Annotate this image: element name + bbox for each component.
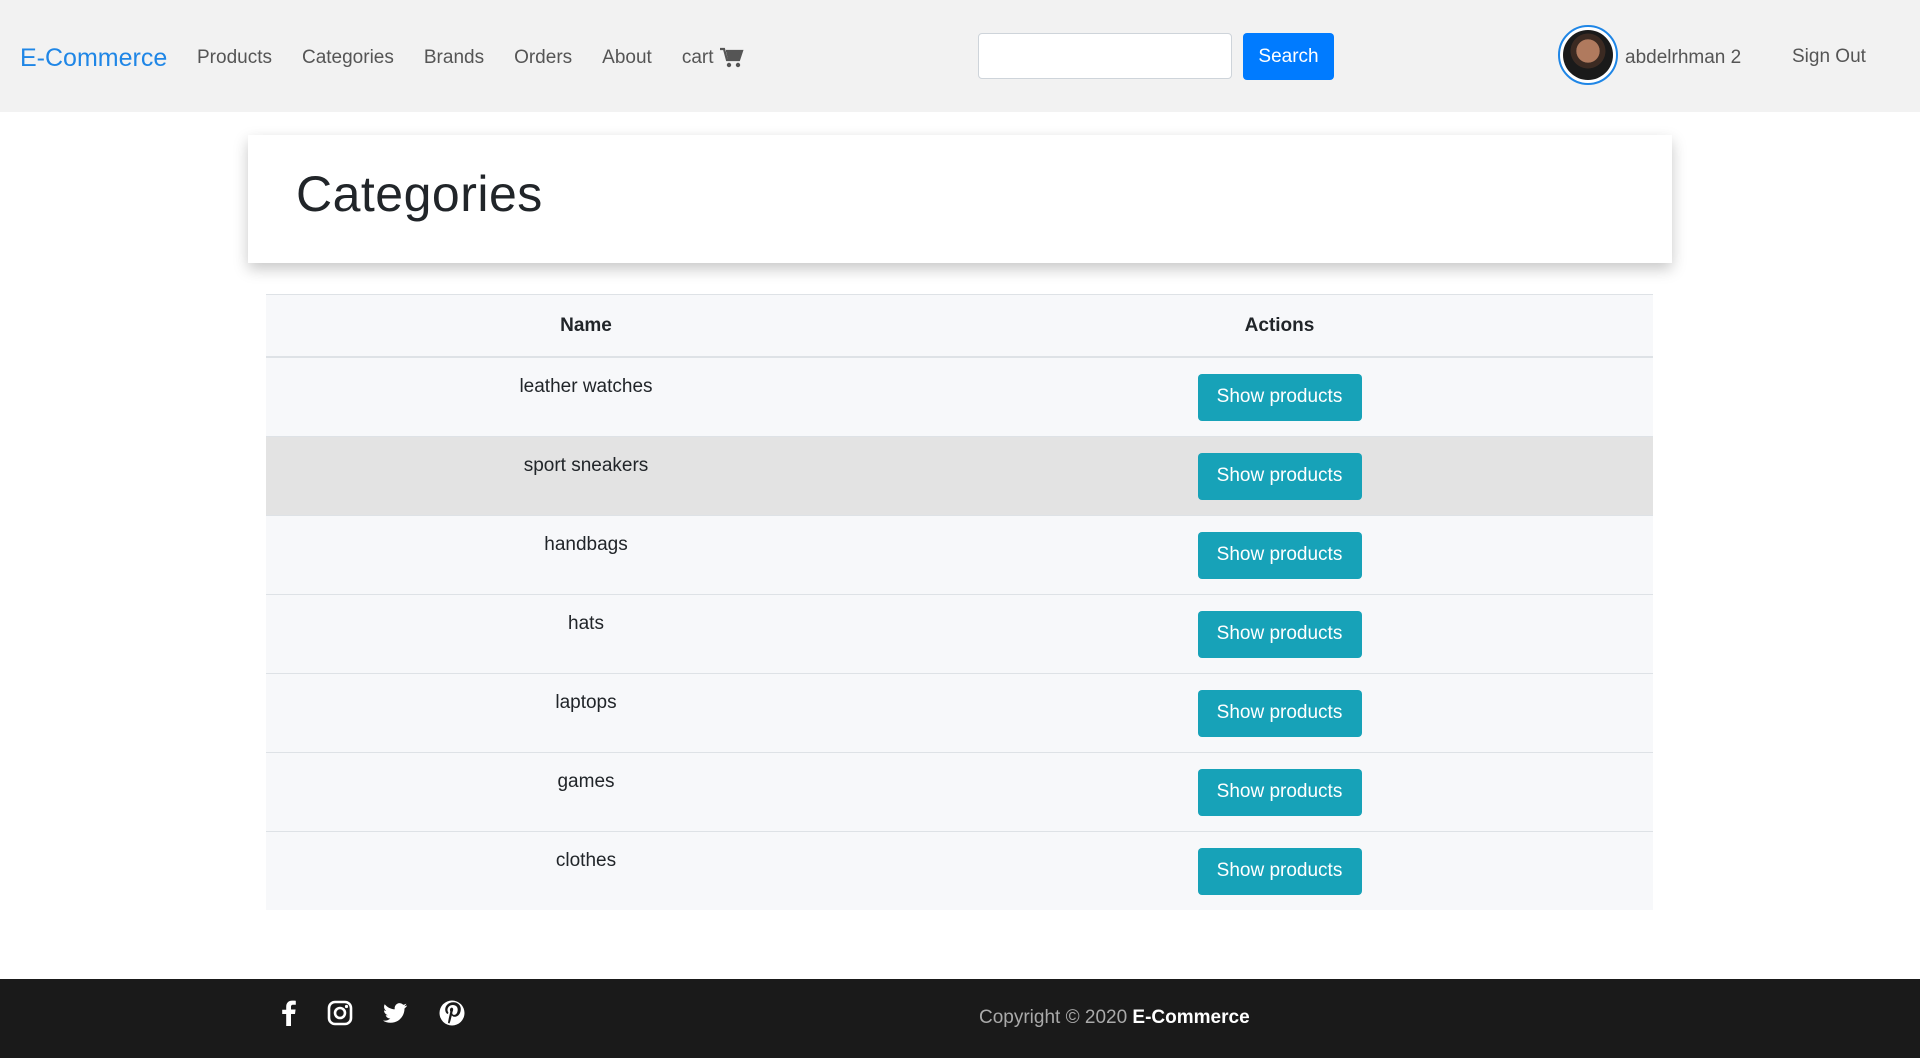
sign-out-link[interactable]: Sign Out <box>1792 41 1866 73</box>
search-input[interactable] <box>978 33 1232 79</box>
copyright-text: Copyright © 2020 <box>979 1007 1128 1028</box>
table-row: leather watches Show products <box>266 356 1653 437</box>
copyright: Copyright © 2020 E-Commerce <box>979 1005 1250 1031</box>
table-row: games Show products <box>266 752 1653 832</box>
category-name: hats <box>266 594 906 674</box>
table-row: handbags Show products <box>266 515 1653 595</box>
nav-link-brands[interactable]: Brands <box>424 42 484 74</box>
nav-link-cart[interactable]: cart <box>682 42 744 74</box>
instagram-icon[interactable] <box>326 999 354 1027</box>
categories-table: Name Actions leather watches Show produc… <box>266 294 1653 910</box>
category-name: sport sneakers <box>266 436 906 516</box>
column-header-actions: Actions <box>906 294 1653 358</box>
show-products-button[interactable]: Show products <box>1197 452 1362 500</box>
show-products-button[interactable]: Show products <box>1197 689 1362 737</box>
brand-link[interactable]: E-Commerce <box>20 42 167 74</box>
avatar[interactable] <box>1558 25 1618 85</box>
table-row: hats Show products <box>266 594 1653 674</box>
pinterest-icon[interactable] <box>438 999 466 1027</box>
show-products-button[interactable]: Show products <box>1197 768 1362 816</box>
table-row: clothes Show products <box>266 831 1653 910</box>
table-header-row: Name Actions <box>266 294 1653 358</box>
nav-link-products[interactable]: Products <box>197 42 272 74</box>
avatar-image <box>1563 30 1613 80</box>
show-products-button[interactable]: Show products <box>1197 610 1362 658</box>
copyright-brand: E-Commerce <box>1132 1007 1250 1028</box>
navbar: E-Commerce Products Categories Brands Or… <box>0 0 1920 112</box>
category-name: laptops <box>266 673 906 753</box>
facebook-icon[interactable] <box>275 999 303 1027</box>
nav-link-orders[interactable]: Orders <box>514 42 572 74</box>
show-products-button[interactable]: Show products <box>1197 373 1362 421</box>
nav-links: Products Categories Brands Orders About … <box>197 42 774 74</box>
column-header-name: Name <box>266 294 906 358</box>
nav-link-categories[interactable]: Categories <box>302 42 394 74</box>
category-name: handbags <box>266 515 906 595</box>
username[interactable]: abdelrhman 2 <box>1625 42 1741 74</box>
footer: Copyright © 2020 E-Commerce <box>0 979 1920 1058</box>
category-name: clothes <box>266 831 906 910</box>
page-title: Categories <box>296 166 543 222</box>
show-products-button[interactable]: Show products <box>1197 531 1362 579</box>
twitter-icon[interactable] <box>381 999 409 1027</box>
cart-icon <box>719 47 744 68</box>
category-name: leather watches <box>266 356 906 437</box>
cart-label: cart <box>681 47 714 68</box>
page-header-card: Categories <box>248 135 1672 263</box>
nav-link-about[interactable]: About <box>602 42 652 74</box>
table-row: sport sneakers Show products <box>266 436 1653 516</box>
table-row: laptops Show products <box>266 673 1653 753</box>
search-button[interactable]: Search <box>1243 33 1334 80</box>
show-products-button[interactable]: Show products <box>1197 847 1362 895</box>
category-name: games <box>266 752 906 832</box>
